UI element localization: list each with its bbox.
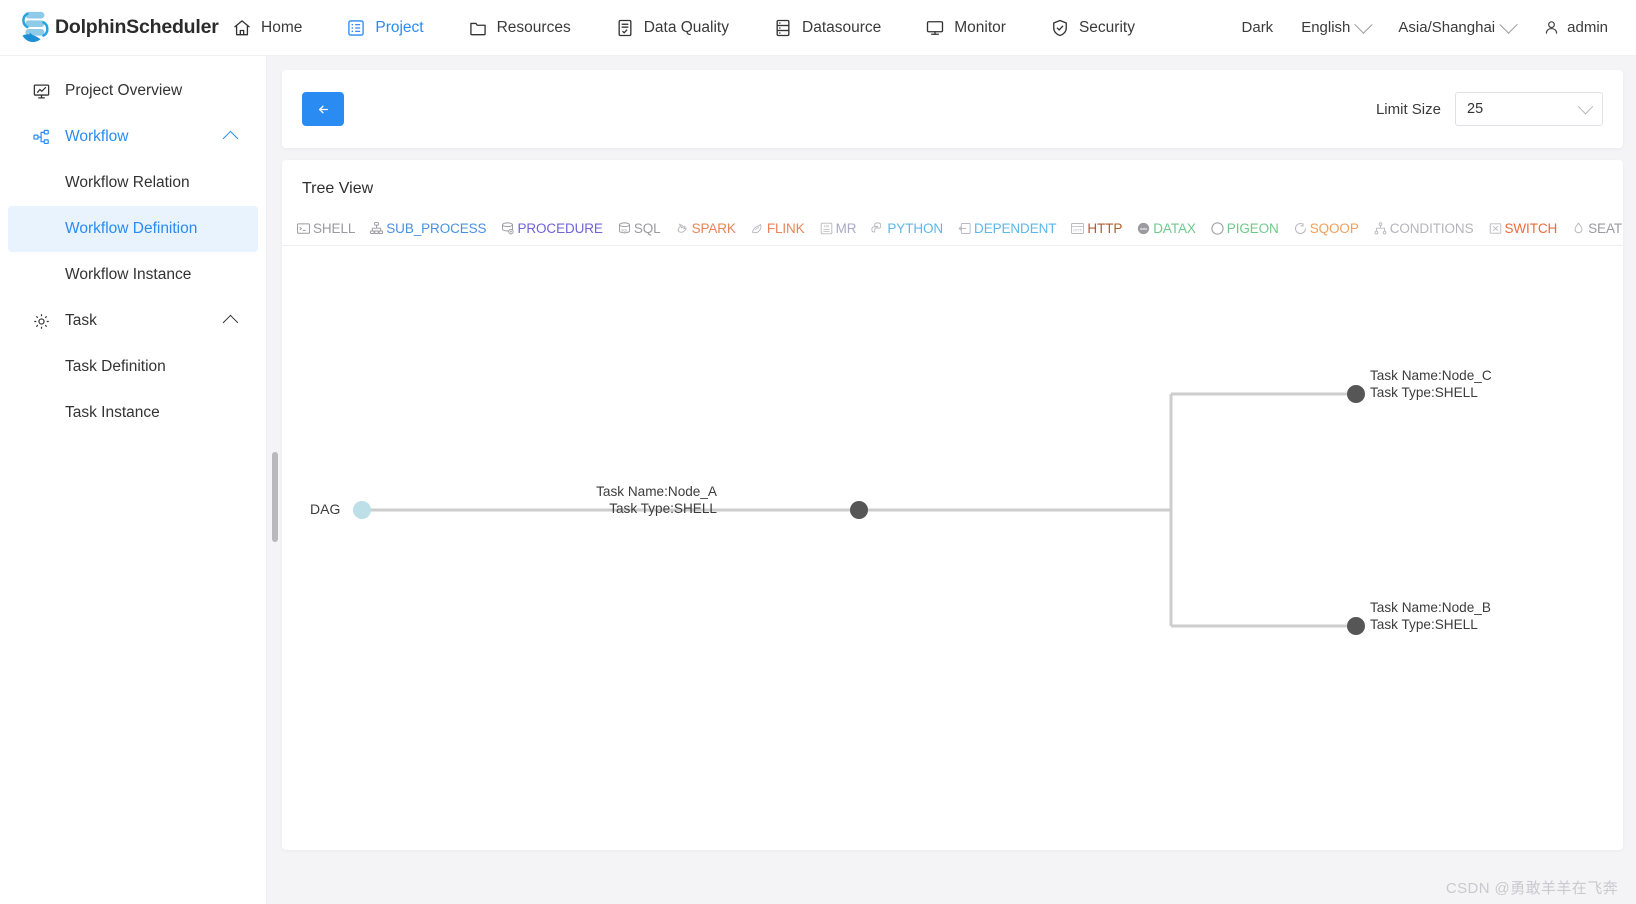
sidebar-item-label: Workflow	[65, 128, 128, 146]
nav-item-data-quality[interactable]: Data Quality	[593, 0, 751, 55]
user-icon	[1543, 19, 1560, 36]
limit-size-control: Limit Size 25	[1376, 92, 1603, 126]
sidebar-item-workflow-relation[interactable]: Workflow Relation	[8, 160, 258, 206]
arrow-left-icon	[317, 103, 330, 116]
user-menu-label: admin	[1567, 19, 1608, 36]
sidebar-item-label: Task Instance	[65, 404, 160, 422]
sidebar-item-label: Task	[65, 312, 97, 330]
toolbar-card: Limit Size 25	[282, 70, 1623, 148]
language-select[interactable]: English	[1287, 19, 1384, 36]
tree-view-card: Tree View SHELL	[282, 160, 1623, 850]
nav-item-security-label: Security	[1079, 19, 1135, 37]
brand-name: DolphinScheduler	[55, 16, 219, 39]
top-right-tools: Dark English Asia/Shanghai admin	[1228, 0, 1622, 55]
workflow-icon	[32, 128, 51, 147]
dolphinscheduler-logo-icon	[14, 8, 52, 48]
nav-item-resources[interactable]: Resources	[446, 0, 593, 55]
brand[interactable]: DolphinScheduler	[0, 8, 210, 48]
tree-canvas[interactable]: DAG Task Name:Node_A Task Type:SHELL Tas…	[283, 212, 1622, 849]
tree-node-root	[353, 501, 371, 519]
tree-node-node-a-label: Task Name:Node_A Task Type:SHELL	[574, 484, 717, 517]
sidebar-item-workflow-definition[interactable]: Workflow Definition	[8, 206, 258, 252]
timezone-select[interactable]: Asia/Shanghai	[1384, 19, 1529, 36]
tree-node-name: Task Name:Node_A	[574, 484, 717, 501]
project-icon	[346, 18, 366, 38]
limit-size-select[interactable]: 25	[1455, 92, 1603, 126]
gear-icon	[32, 312, 51, 331]
nav-item-project-label: Project	[375, 19, 423, 37]
limit-size-label: Limit Size	[1376, 101, 1441, 118]
chevron-down-icon	[1578, 98, 1594, 114]
nav-item-data-quality-label: Data Quality	[644, 19, 729, 37]
folder-icon	[468, 18, 488, 38]
tree-node-type: Task Type:SHELL	[1370, 385, 1492, 402]
nav-item-datasource[interactable]: Datasource	[751, 0, 903, 55]
tree-node-node-c-label: Task Name:Node_C Task Type:SHELL	[1370, 368, 1492, 401]
chevron-up-icon[interactable]	[223, 315, 239, 331]
nav-item-datasource-label: Datasource	[802, 19, 881, 37]
sidebar: Project Overview Workflow Workflow Relat…	[0, 56, 267, 904]
theme-toggle[interactable]: Dark	[1228, 19, 1288, 36]
main-content: Limit Size 25 Tree View SHELL	[267, 56, 1636, 904]
data-quality-icon	[615, 18, 635, 38]
back-button[interactable]	[302, 92, 344, 126]
monitor-icon	[925, 18, 945, 38]
tree-node-node-b	[1347, 617, 1365, 635]
chevron-down-icon	[1499, 15, 1517, 33]
tree-node-node-c	[1347, 385, 1365, 403]
sidebar-item-label: Workflow Instance	[65, 266, 191, 284]
sidebar-item-task-instance[interactable]: Task Instance	[8, 390, 258, 436]
sidebar-item-task-definition[interactable]: Task Definition	[8, 344, 258, 390]
tree-node-type: Task Type:SHELL	[1370, 617, 1491, 634]
sidebar-item-workflow[interactable]: Workflow	[8, 114, 258, 160]
overview-icon	[32, 82, 51, 101]
tree-view-title: Tree View	[282, 160, 1623, 212]
nav-item-monitor[interactable]: Monitor	[903, 0, 1028, 55]
user-menu[interactable]: admin	[1529, 19, 1622, 36]
chevron-down-icon	[1355, 15, 1373, 33]
sidebar-item-label: Workflow Definition	[65, 220, 197, 238]
nav-item-monitor-label: Monitor	[954, 19, 1006, 37]
limit-size-value: 25	[1467, 101, 1483, 117]
sidebar-item-label: Workflow Relation	[65, 174, 190, 192]
timezone-select-label: Asia/Shanghai	[1398, 19, 1495, 36]
shield-icon	[1050, 18, 1070, 38]
sidebar-item-label: Project Overview	[65, 82, 182, 100]
home-icon	[232, 18, 252, 38]
tree-graph	[283, 212, 1593, 849]
tree-root-label: DAG	[310, 501, 340, 517]
sidebar-item-label: Task Definition	[65, 358, 166, 376]
tree-node-name: Task Name:Node_C	[1370, 368, 1492, 385]
tree-node-node-b-label: Task Name:Node_B Task Type:SHELL	[1370, 600, 1491, 633]
nav-item-home[interactable]: Home	[210, 0, 324, 55]
top-navigation-bar: DolphinScheduler Home	[0, 0, 1636, 56]
nav-item-resources-label: Resources	[497, 19, 571, 37]
watermark: CSDN @勇敢羊羊在飞奔	[1446, 877, 1618, 898]
theme-toggle-label: Dark	[1242, 19, 1274, 36]
nav-item-project[interactable]: Project	[324, 0, 445, 55]
language-select-label: English	[1301, 19, 1350, 36]
main-nav: Home Project R	[210, 0, 1157, 55]
sidebar-item-workflow-instance[interactable]: Workflow Instance	[8, 252, 258, 298]
sidebar-item-task[interactable]: Task	[8, 298, 258, 344]
tree-node-type: Task Type:SHELL	[574, 501, 717, 518]
nav-item-security[interactable]: Security	[1028, 0, 1157, 55]
chevron-up-icon[interactable]	[223, 131, 239, 147]
database-icon	[773, 18, 793, 38]
tree-node-node-a	[850, 501, 868, 519]
body-wrapper: Project Overview Workflow Workflow Relat…	[0, 56, 1636, 904]
nav-item-home-label: Home	[261, 19, 302, 37]
tree-node-name: Task Name:Node_B	[1370, 600, 1491, 617]
sidebar-item-project-overview[interactable]: Project Overview	[8, 68, 258, 114]
